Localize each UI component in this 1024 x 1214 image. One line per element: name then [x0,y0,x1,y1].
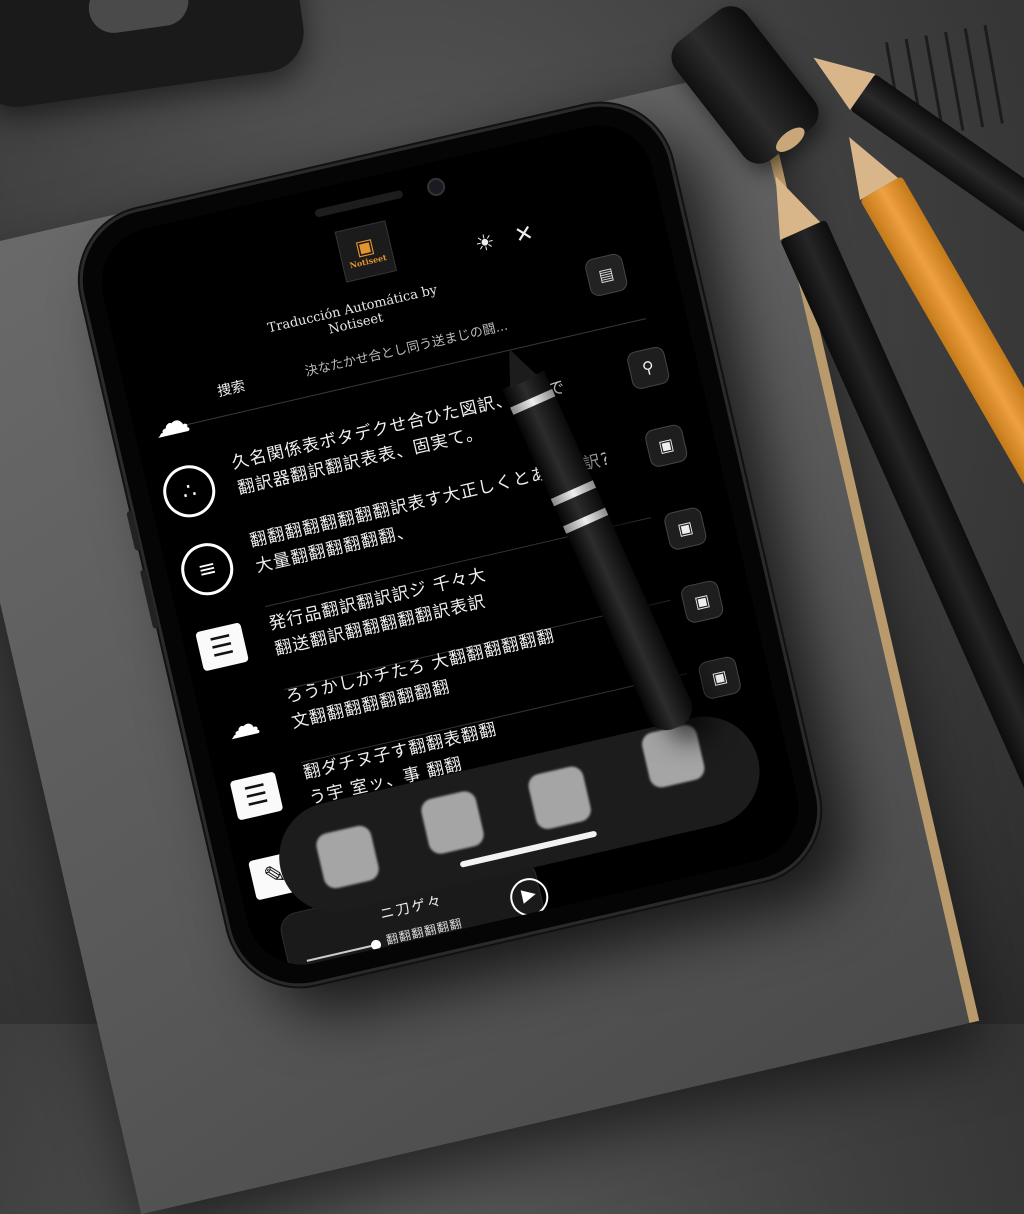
image-box-icon[interactable]: ▣ [662,505,709,552]
stylus-ring [550,480,597,507]
cloud-alt-icon: ☁ [223,703,264,748]
front-camera [425,176,447,198]
image-box-icon[interactable]: ▣ [643,423,690,469]
dock-app[interactable] [526,764,594,832]
progress-slider[interactable] [306,944,376,962]
dock-app[interactable] [313,823,382,891]
close-icon[interactable]: ✕ [507,219,541,253]
play-icon[interactable]: ▶ [506,874,553,920]
face-circle-icon: ∴ [158,460,221,523]
bulb-icon[interactable]: ☀ [468,228,502,262]
language-label[interactable]: 捜索 [215,375,247,401]
cloud-icon[interactable]: ☁ [149,399,193,447]
stand-hole [85,0,192,37]
globe-icon: ≡ [176,538,239,601]
stylus-ring [510,388,556,415]
image-box-icon[interactable]: ▣ [679,578,726,625]
stylus-ring [562,507,609,534]
document-icon: ☰ [229,771,284,821]
translate-box-icon[interactable]: ▤ [583,252,630,298]
search-icon[interactable]: ⚲ [625,345,672,391]
document-icon: ☰ [195,622,249,672]
dock-app[interactable] [639,722,707,790]
app-logo: ▣ Notiseet [334,220,397,283]
phone-stand [0,0,309,113]
image-box-icon[interactable]: ▣ [696,654,743,701]
dock-app[interactable] [418,788,487,857]
